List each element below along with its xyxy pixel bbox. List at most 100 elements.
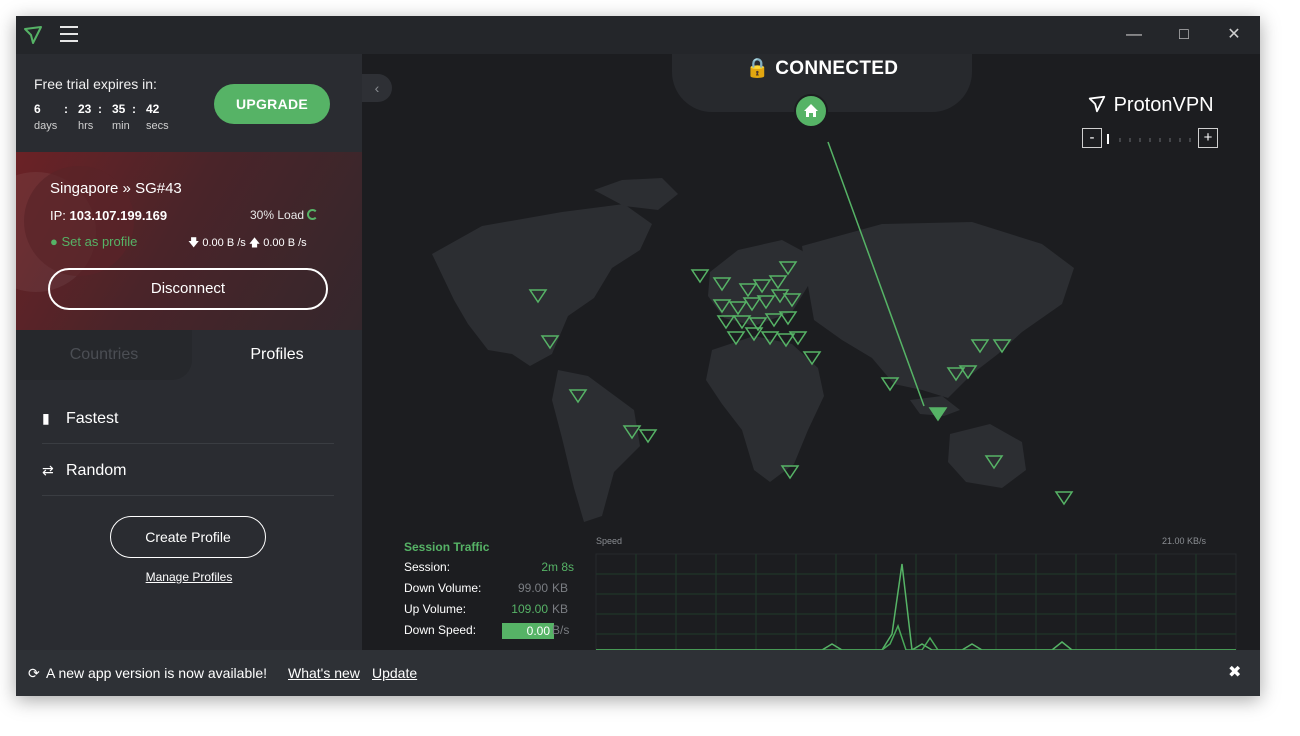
trial-units: days hrs min secs [34, 120, 180, 132]
north-america [432, 204, 652, 366]
traffic-row-session: Session: 2m 8s [404, 560, 574, 581]
home-location-button[interactable] [794, 94, 828, 128]
africa [706, 336, 824, 482]
load-text: 30% Load [250, 208, 305, 222]
trial-hours: 23 [78, 102, 92, 116]
server-name: Singapore » SG#43 [50, 180, 182, 197]
set-as-profile-link[interactable]: ● Set as profile [50, 234, 137, 249]
zoom-slider[interactable] [1104, 130, 1196, 146]
ip-label: IP: [50, 208, 66, 223]
europe [708, 240, 808, 326]
traffic-unit: KB [552, 581, 569, 595]
load-ring-icon [307, 209, 319, 220]
map-pin-icon: ● [50, 234, 58, 249]
traffic-value: 99.00 [517, 581, 548, 595]
greenland [594, 178, 678, 210]
maximize-button[interactable]: □ [1172, 24, 1196, 46]
hours-unit: hrs [78, 120, 94, 132]
traffic-unit: KB [552, 602, 569, 616]
upgrade-button[interactable]: UPGRADE [214, 84, 330, 124]
trial-label: Free trial expires in: [34, 76, 157, 92]
timer-separator: : [98, 102, 102, 116]
hamburger-menu-icon[interactable] [60, 26, 78, 42]
timer-separator: : [64, 102, 68, 116]
connection-status-label: CONNECTED [775, 58, 899, 79]
server-load: 30% Load [250, 208, 319, 222]
create-profile-button[interactable]: Create Profile [110, 516, 266, 558]
close-button[interactable]: ✕ [1222, 24, 1246, 46]
manage-profiles-link[interactable]: Manage Profiles [16, 570, 362, 584]
close-banner-icon[interactable]: ✖ [1228, 650, 1241, 696]
set-profile-label: Set as profile [61, 234, 138, 249]
lock-icon: 🔒 [745, 58, 770, 79]
upload-speed: 0.00 B /s [263, 237, 307, 249]
traffic-row-down-speed: Down Speed: 0.00 B/s [404, 623, 574, 644]
traffic-value: 2m 8s [541, 560, 574, 574]
shuffle-icon: ⇄ [42, 462, 54, 478]
zoom-out-button[interactable]: - [1082, 128, 1102, 148]
home-icon [804, 104, 818, 117]
proton-logo-icon[interactable] [22, 24, 44, 46]
update-banner: ⟳ A new app version is now available! Wh… [16, 650, 1260, 696]
server-panel: Singapore » SG#43 IP: 103.107.199.169 30… [16, 152, 362, 330]
map-view: Speed 21.00 KB/s ‹ 🔒 CONNECTED ProtonVPN… [362, 54, 1260, 650]
minimize-button[interactable]: — [1122, 24, 1146, 46]
upload-arrow-icon: 🡅 [248, 237, 261, 249]
signal-bars-icon: ▮ [42, 410, 50, 426]
seconds-unit: secs [146, 120, 169, 132]
server-marker[interactable] [638, 429, 658, 444]
disconnect-button[interactable]: Disconnect [48, 268, 328, 310]
server-ip: IP: 103.107.199.169 [50, 208, 167, 223]
session-traffic-title: Session Traffic [404, 540, 490, 554]
sidebar: Free trial expires in: 6:23:35:42 days hr… [16, 54, 362, 650]
sidebar-tabs: Countries Profiles [16, 330, 362, 380]
refresh-icon: ⟳ [28, 665, 40, 681]
profile-label: Random [66, 462, 127, 479]
zoom-in-button[interactable]: + [1198, 128, 1218, 148]
trial-countdown: 6:23:35:42 [34, 102, 166, 116]
traffic-unit: B/s [552, 623, 570, 637]
traffic-label: Up Volume: [404, 602, 467, 616]
trial-panel: Free trial expires in: 6:23:35:42 days hr… [16, 54, 362, 152]
traffic-row-up-volume: Up Volume: 109.00 KB [404, 602, 574, 623]
protonvpn-window: — □ ✕ Free trial expires in: 6:23:35:42 … [16, 16, 1260, 696]
timer-separator: : [132, 102, 136, 116]
south-america [552, 370, 640, 522]
connection-status: 🔒 CONNECTED [672, 56, 972, 80]
title-bar: — □ ✕ [16, 16, 1260, 54]
traffic-label: Down Volume: [404, 581, 482, 595]
trial-minutes: 35 [112, 102, 126, 116]
update-link[interactable]: Update [372, 650, 417, 696]
traffic-row-down-volume: Down Volume: 99.00 KB [404, 581, 574, 602]
map-zoom-control: - + [1082, 128, 1218, 148]
ip-value: 103.107.199.169 [69, 208, 168, 223]
minutes-unit: min [112, 120, 130, 132]
days-unit: days [34, 120, 58, 132]
trial-seconds: 42 [146, 102, 160, 116]
collapse-sidebar-button[interactable]: ‹ [362, 74, 392, 102]
traffic-label: Down Speed: [404, 623, 477, 637]
profile-item-fastest[interactable]: ▮ Fastest [42, 392, 334, 444]
profile-item-random[interactable]: ⇄ Random [42, 444, 334, 496]
download-arrow-icon: 🡇 [188, 237, 200, 249]
server-marker[interactable] [690, 269, 710, 284]
traffic-value: 0.00 [502, 623, 554, 639]
asia [802, 222, 1074, 398]
brand-name: ProtonVPN [1113, 94, 1214, 116]
session-traffic-panel: Session Traffic Session: 2m 8s Down Volu… [404, 540, 574, 644]
tab-profiles[interactable]: Profiles [192, 330, 362, 380]
profile-label: Fastest [66, 410, 119, 427]
traffic-label: Session: [404, 560, 451, 574]
tab-countries[interactable]: Countries [16, 330, 192, 380]
whats-new-link[interactable]: What's new [288, 650, 360, 696]
server-marker[interactable] [1054, 491, 1074, 506]
update-message: A new app version is now available! [46, 665, 268, 681]
speed-chart [595, 553, 1237, 650]
chevron-left-icon: ‹ [374, 80, 380, 96]
protonvpn-brand: ProtonVPN [1086, 94, 1214, 117]
proton-logo-icon [1088, 95, 1106, 113]
traffic-value: 109.00 [511, 602, 548, 616]
chart-max-label: 21.00 KB/s [1162, 536, 1207, 546]
trial-days: 6 [34, 102, 41, 116]
connection-speeds: 🡇 0.00 B /s 🡅 0.00 B /s [188, 234, 307, 253]
